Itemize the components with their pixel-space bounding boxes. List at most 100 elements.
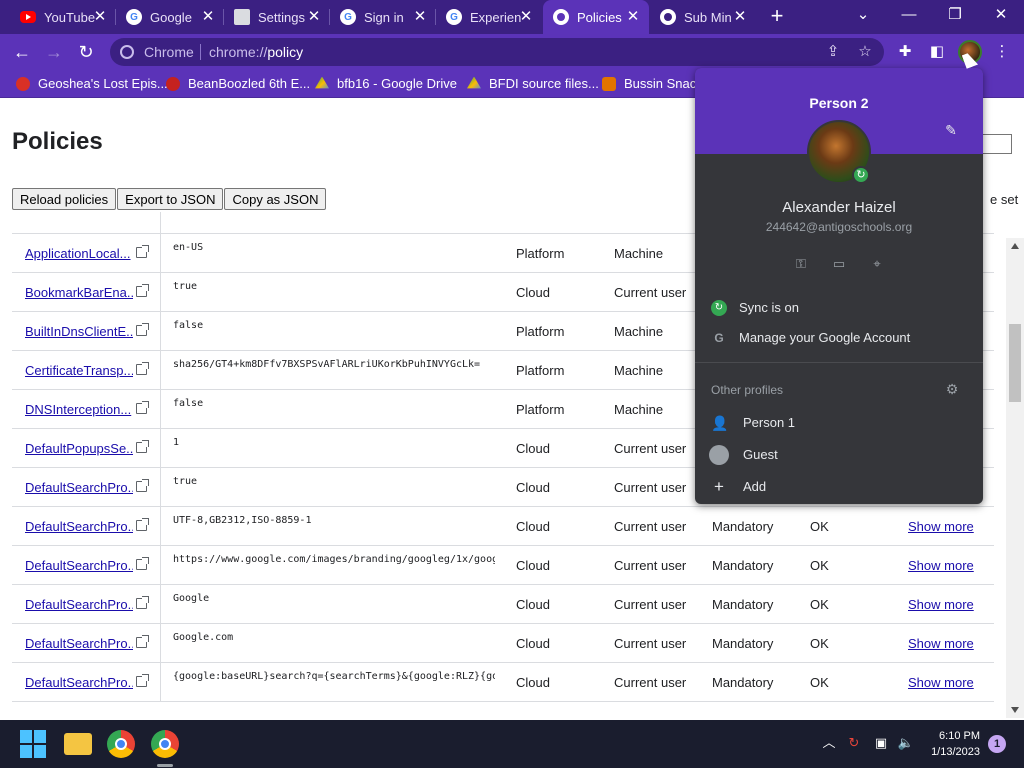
tab-youtube[interactable]: YouTube ✕ [10,0,116,34]
passwords-key-icon[interactable]: ⚿ [788,254,814,274]
open-in-new-icon[interactable] [136,557,149,570]
addresses-pin-icon[interactable]: ⌖ [864,254,890,274]
bookmark-item[interactable]: BeanBoozled 6th E... [166,76,310,91]
open-in-new-icon[interactable] [136,518,149,531]
extensions-icon[interactable]: ✚ [895,42,915,62]
policy-name-link[interactable]: DefaultSearchPro... [25,597,133,612]
show-more-link[interactable]: Show more [908,558,974,573]
sync-alert-icon[interactable]: ↻ [845,734,863,752]
open-in-new-icon[interactable] [136,674,149,687]
open-in-new-icon[interactable] [136,635,149,648]
bookmark-star-icon[interactable]: ☆ [856,43,874,61]
policy-name-link[interactable]: DefaultSearchPro... [25,636,133,651]
scroll-down-icon[interactable] [1011,707,1019,713]
close-window-button[interactable]: ✕ [988,4,1014,26]
policy-name-link[interactable]: DefaultSearchPro... [25,519,133,534]
start-button[interactable] [20,730,48,758]
chrome-icon[interactable] [107,730,135,758]
close-tab-icon[interactable]: ✕ [518,9,534,25]
show-hidden-icons-chevron-icon[interactable]: ︿ [820,734,838,752]
close-tab-icon[interactable]: ✕ [625,9,641,25]
bookmark-item[interactable]: Geoshea's Lost Epis... [16,76,168,91]
tab-experience[interactable]: G Experien ✕ [436,0,542,34]
url-text[interactable]: chrome://policy [209,44,303,60]
table-row: DefaultSearchPro... https://www.google.co… [12,546,994,585]
forward-button[interactable]: → [43,41,65,63]
tab-search-button[interactable]: ⌄ [850,4,876,26]
tab-sign-in[interactable]: G Sign in ✕ [330,0,436,34]
policy-name-link[interactable]: CertificateTransp... [25,363,133,378]
close-tab-icon[interactable]: ✕ [412,9,428,25]
new-tab-button[interactable]: + [766,5,788,28]
policy-name-link[interactable]: BuiltInDnsClientE... [25,324,133,339]
close-tab-icon[interactable]: ✕ [200,9,216,25]
share-icon[interactable]: ⇪ [824,43,842,61]
page-scrollbar[interactable] [1006,238,1024,718]
open-in-new-icon[interactable] [136,479,149,492]
profile-item-person-1[interactable]: 👤 Person 1 [695,409,983,437]
bookmark-item[interactable]: BFDI source files... [467,76,599,91]
site-info[interactable]: Chrome [120,44,194,60]
policy-name-link[interactable]: ApplicationLocal... [25,246,133,261]
edit-pencil-icon[interactable]: ✎ [943,122,959,138]
payment-card-icon[interactable]: ▭ [826,254,852,274]
tab-settings[interactable]: Settings ✕ [224,0,330,34]
policy-name-link[interactable]: DefaultPopupsSe... [25,441,133,456]
minimize-button[interactable]: — [896,4,922,26]
chrome-profile-icon[interactable] [151,730,179,758]
open-in-new-icon[interactable] [136,323,149,336]
open-in-new-icon[interactable] [136,401,149,414]
manage-profiles-gear-icon[interactable]: ⚙ [944,381,960,397]
system-clock[interactable]: 6:10 PM 1/13/2023 [922,728,980,760]
manage-account-item[interactable]: G Manage your Google Account [695,324,983,352]
policy-scope: Current user [614,285,687,300]
policy-scope: Machine [614,402,664,417]
open-in-new-icon[interactable] [136,362,149,375]
reload-button[interactable]: ↻ [75,41,97,63]
tab-google[interactable]: G Google ✕ [116,0,224,34]
policy-name-link[interactable]: BookmarkBarEna... [25,285,133,300]
sync-status-item[interactable]: ↻ Sync is on [695,294,983,322]
policy-source: Cloud [516,480,550,495]
tab-sub-min[interactable]: Sub Min ✕ [650,0,756,34]
restore-button[interactable]: ❐ [942,4,968,26]
policy-scope: Current user [614,636,687,651]
policy-name-link[interactable]: DNSInterception... [25,402,133,417]
copy-json-button[interactable]: Copy as JSON [224,188,327,210]
export-json-button[interactable]: Export to JSON [117,188,224,210]
close-tab-icon[interactable]: ✕ [92,9,108,25]
policy-level: Mandatory [712,597,774,612]
profile-item-guest[interactable]: Guest [695,441,983,469]
bookmark-item[interactable]: Bussin Snack [602,76,703,91]
show-more-link[interactable]: Show more [908,597,974,612]
bookmark-item[interactable]: bfb16 - Google Drive [315,76,457,91]
scrollbar-thumb[interactable] [1009,324,1021,402]
open-in-new-icon[interactable] [136,440,149,453]
open-in-new-icon[interactable] [136,245,149,258]
show-more-link[interactable]: Show more [908,675,974,690]
policy-name-link[interactable]: DefaultSearchPro... [25,480,133,495]
side-panel-icon[interactable]: ◧ [927,42,947,62]
file-explorer-icon[interactable] [64,733,92,755]
address-bar[interactable]: Chrome chrome://policy ⇪ ☆ [110,38,884,66]
close-tab-icon[interactable]: ✕ [306,9,322,25]
open-in-new-icon[interactable] [136,596,149,609]
policy-scope: Current user [614,597,687,612]
policy-name-link[interactable]: DefaultSearchPro... [25,675,133,690]
policy-name-link[interactable]: DefaultSearchPro... [25,558,133,573]
reload-policies-button[interactable]: Reload policies [12,188,117,210]
close-tab-icon[interactable]: ✕ [732,9,748,25]
scroll-up-icon[interactable] [1011,243,1019,249]
chrome-icon-center [159,738,171,750]
network-icon[interactable]: ▣ [872,734,890,752]
back-button[interactable]: ← [11,41,33,63]
menu-icon[interactable]: ⋮ [992,42,1012,62]
show-more-link[interactable]: Show more [908,519,974,534]
open-in-new-icon[interactable] [136,284,149,297]
notification-badge[interactable]: 1 [988,735,1006,753]
volume-icon[interactable]: 🔈 [897,734,915,752]
add-profile-item[interactable]: + Add [695,473,983,501]
tab-policies[interactable]: Policies ✕ [543,0,649,34]
show-more-link[interactable]: Show more [908,636,974,651]
policy-source: Cloud [516,519,550,534]
